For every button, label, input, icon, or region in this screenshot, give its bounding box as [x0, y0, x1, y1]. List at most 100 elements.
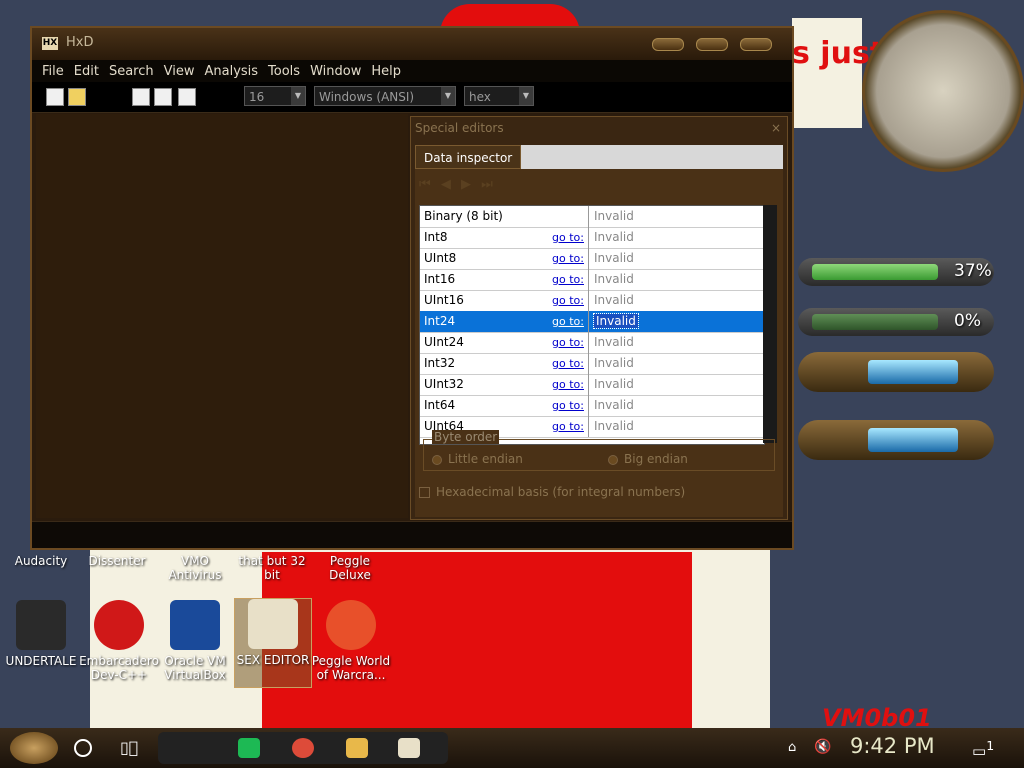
desktop-icon-32bit[interactable]: that but 32 bit: [232, 554, 312, 582]
desktop-icon-undertale[interactable]: UNDERTALE: [0, 600, 82, 668]
inspector-row[interactable]: Int8 go to: Invalid: [420, 227, 764, 249]
row-value[interactable]: Invalid: [594, 251, 634, 265]
first-icon[interactable]: ⏮: [419, 177, 431, 192]
bytes-per-row-select[interactable]: 16 ▼: [244, 86, 306, 106]
menu-edit[interactable]: Edit: [74, 64, 99, 79]
spotify-icon[interactable]: [238, 738, 260, 758]
last-icon[interactable]: ⏭: [481, 177, 493, 192]
desktop-icon-dissenter[interactable]: Dissenter: [76, 554, 158, 568]
hex-basis-checkbox[interactable]: Hexadecimal basis (for integral numbers): [419, 485, 685, 499]
row-value[interactable]: Invalid: [594, 272, 634, 286]
properties-icon[interactable]: [178, 88, 196, 106]
goto-link[interactable]: go to:: [552, 273, 584, 286]
task-view-icon[interactable]: ▯⃝: [120, 738, 138, 757]
row-value[interactable]: Invalid: [594, 377, 634, 391]
column-divider: [588, 290, 589, 311]
row-value[interactable]: Invalid: [594, 209, 634, 223]
goto-link[interactable]: go to:: [552, 399, 584, 412]
start-button[interactable]: [10, 732, 58, 764]
cortana-icon[interactable]: [74, 739, 92, 757]
desktop-icon-audacity[interactable]: Audacity: [0, 554, 82, 568]
grid-scrollbar[interactable]: [763, 205, 777, 443]
goto-link[interactable]: go to:: [552, 378, 584, 391]
column-divider: [588, 374, 589, 395]
goto-link[interactable]: go to:: [552, 294, 584, 307]
desktop-icon-peggle-deluxe[interactable]: Peggle Deluxe: [310, 554, 390, 582]
open-file-icon[interactable]: [68, 88, 86, 106]
inspector-row[interactable]: UInt8 go to: Invalid: [420, 248, 764, 270]
charset-select[interactable]: Windows (ANSI) ▼: [314, 86, 456, 106]
chrome-icon[interactable]: [292, 738, 314, 758]
chevron-down-icon: ▼: [441, 87, 455, 105]
editor-area[interactable]: [36, 114, 408, 518]
row-value[interactable]: Invalid: [594, 230, 634, 244]
radio-dot-icon: [608, 454, 618, 465]
volume-muted-icon[interactable]: 🔇: [814, 739, 831, 755]
row-value[interactable]: Invalid: [593, 313, 639, 329]
desktop-icon-peggle-wow[interactable]: Peggle World of Warcra...: [310, 600, 392, 682]
goto-link[interactable]: go to:: [552, 336, 584, 349]
menu-analysis[interactable]: Analysis: [204, 64, 258, 79]
taskbar-clock[interactable]: 9:42 PM: [850, 734, 935, 758]
goto-link[interactable]: go to:: [552, 231, 584, 244]
goto-link[interactable]: go to:: [552, 420, 584, 433]
menu-tools[interactable]: Tools: [268, 64, 300, 79]
save-icon[interactable]: [132, 88, 150, 106]
desktop-icon-sex-editor[interactable]: SEX EDITOR: [234, 598, 312, 688]
title-bar[interactable]: HX HxD: [32, 28, 792, 60]
menu-file[interactable]: File: [42, 64, 64, 79]
notification-icon[interactable]: ▭1: [972, 738, 994, 760]
inspector-row[interactable]: UInt24 go to: Invalid: [420, 332, 764, 354]
hex-basis-label: Hexadecimal basis (for integral numbers): [436, 485, 686, 499]
inspector-row[interactable]: UInt32 go to: Invalid: [420, 374, 764, 396]
inspector-row[interactable]: Int16 go to: Invalid: [420, 269, 764, 291]
desktop-icon-devcpp[interactable]: Embarcadero Dev-C++: [78, 600, 160, 682]
desktop-icon-vmo-antivirus[interactable]: VMO Antivirus: [155, 554, 235, 582]
menu-help[interactable]: Help: [371, 64, 401, 79]
hxd-window: HX HxD File Edit Search View Analysis To…: [30, 26, 794, 550]
memory-meter-fill: [812, 314, 938, 330]
file-explorer-icon[interactable]: [346, 738, 368, 758]
network-icon[interactable]: ⌂: [788, 740, 796, 755]
little-endian-radio[interactable]: Little endian: [432, 452, 523, 466]
inspector-row[interactable]: UInt16 go to: Invalid: [420, 290, 764, 312]
row-value[interactable]: Invalid: [594, 293, 634, 307]
inspector-row[interactable]: Int24 go to: Invalid: [420, 311, 764, 333]
big-endian-radio[interactable]: Big endian: [608, 452, 688, 466]
icon-label: SEX EDITOR: [236, 653, 310, 667]
menu-bar: File Edit Search View Analysis Tools Win…: [32, 60, 792, 82]
menu-view[interactable]: View: [164, 64, 195, 79]
panel-close-icon[interactable]: ×: [771, 117, 781, 139]
pipe-gauge-1: [798, 352, 994, 392]
maximize-button[interactable]: [696, 38, 728, 51]
icon-label: Audacity: [14, 554, 68, 568]
display-mode-value: hex: [469, 90, 491, 104]
goto-link[interactable]: go to:: [552, 357, 584, 370]
close-button[interactable]: [740, 38, 772, 51]
inspector-row[interactable]: Binary (8 bit) Invalid: [420, 206, 764, 228]
row-type-label: UInt8: [424, 251, 457, 265]
menu-search[interactable]: Search: [109, 64, 154, 79]
desktop-icon-virtualbox[interactable]: Oracle VM VirtualBox: [154, 600, 236, 682]
column-divider: [588, 395, 589, 416]
minimize-button[interactable]: [652, 38, 684, 51]
row-value[interactable]: Invalid: [594, 335, 634, 349]
tab-data-inspector[interactable]: Data inspector: [415, 145, 522, 169]
goto-link[interactable]: go to:: [552, 315, 584, 328]
row-value[interactable]: Invalid: [594, 398, 634, 412]
save-all-icon[interactable]: [154, 88, 172, 106]
hxd-taskbar-icon[interactable]: [398, 738, 420, 758]
row-value[interactable]: Invalid: [594, 356, 634, 370]
goto-link[interactable]: go to:: [552, 252, 584, 265]
next-icon[interactable]: ▶: [461, 177, 471, 192]
display-mode-select[interactable]: hex ▼: [464, 86, 534, 106]
row-type-label: Int16: [424, 272, 456, 286]
column-divider: [588, 227, 589, 248]
steampunk-clock-widget: [862, 10, 1024, 172]
new-file-icon[interactable]: [46, 88, 64, 106]
inspector-row[interactable]: Int64 go to: Invalid: [420, 395, 764, 417]
menu-window[interactable]: Window: [310, 64, 361, 79]
prev-icon[interactable]: ◀: [441, 177, 451, 192]
inspector-row[interactable]: Int32 go to: Invalid: [420, 353, 764, 375]
row-value[interactable]: Invalid: [594, 419, 634, 433]
